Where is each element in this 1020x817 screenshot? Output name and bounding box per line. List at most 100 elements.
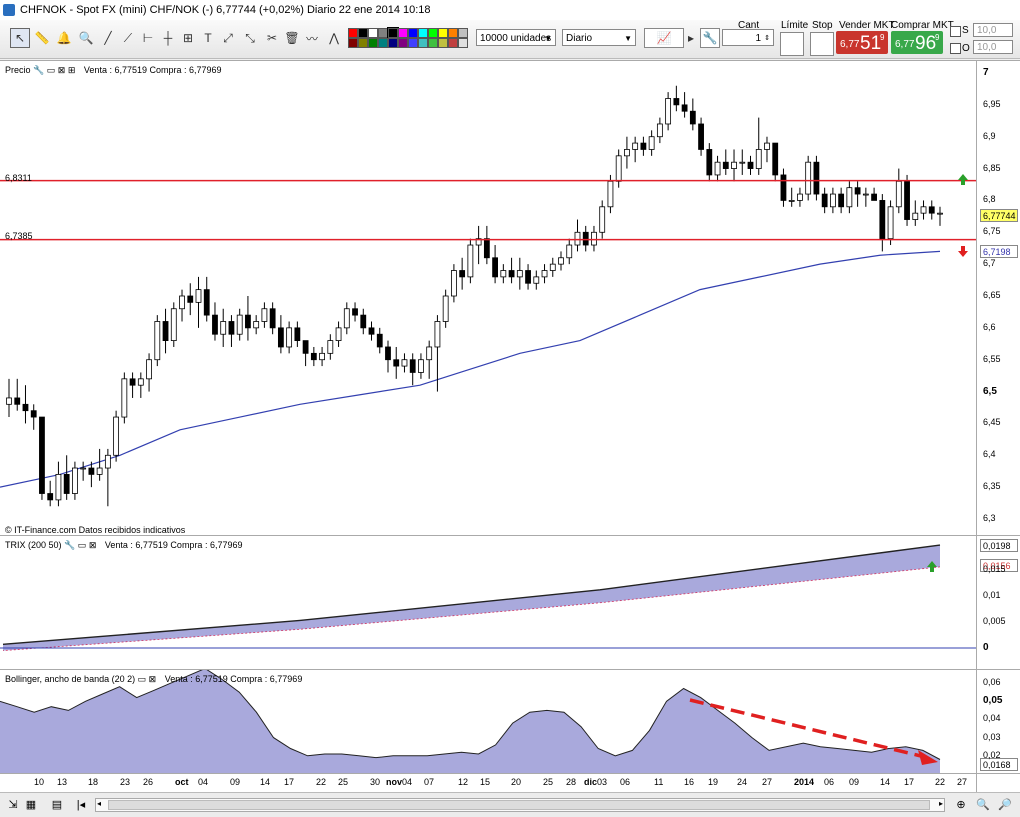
ray-line-icon[interactable]: ⟋ bbox=[118, 28, 138, 48]
color-swatch[interactable] bbox=[348, 28, 358, 38]
color-swatch[interactable] bbox=[358, 38, 368, 48]
moving-average-badge: 6,7198 bbox=[980, 245, 1018, 258]
candle-body bbox=[516, 270, 523, 278]
window-icon[interactable]: ▭ bbox=[78, 540, 87, 550]
indicator-chart-icon[interactable]: 📈 bbox=[644, 28, 684, 48]
candle-body bbox=[113, 416, 120, 456]
color-swatch[interactable] bbox=[458, 38, 468, 48]
period-select[interactable]: Diario ▼ bbox=[562, 29, 636, 46]
text-tool-icon[interactable]: T bbox=[198, 28, 218, 48]
horizontal-line-icon[interactable]: ⊢ bbox=[138, 28, 158, 48]
arrow-tool-icon[interactable]: ⤡ bbox=[240, 28, 260, 48]
buy-market-button[interactable]: 6,77 96 9 bbox=[891, 31, 943, 54]
candle-body bbox=[203, 289, 210, 316]
wrench-icon[interactable]: 🔧 bbox=[33, 65, 44, 75]
scroll-left-arrow[interactable]: ◂ bbox=[97, 799, 101, 808]
s-input[interactable]: 10,0 bbox=[973, 23, 1013, 37]
wrench-icon[interactable]: 🔧 bbox=[64, 540, 75, 550]
sell-market-button[interactable]: 6,77 51 9 bbox=[836, 31, 888, 54]
color-swatch[interactable] bbox=[428, 28, 438, 38]
candle-body bbox=[253, 321, 260, 329]
chart-type-icon[interactable]: ▦ bbox=[24, 797, 38, 811]
s-checkbox[interactable] bbox=[950, 26, 961, 37]
color-swatch[interactable] bbox=[378, 38, 388, 48]
zoom-in-icon[interactable]: 🔎 bbox=[998, 797, 1012, 811]
tools-icon[interactable]: ✂ bbox=[262, 28, 282, 48]
alert-bell-icon[interactable]: 🔔 bbox=[54, 28, 74, 48]
o-input[interactable]: 10,0 bbox=[973, 40, 1013, 54]
candle-body bbox=[755, 149, 762, 169]
pattern-icon[interactable]: 〰 bbox=[302, 28, 322, 48]
ruler-tool-icon[interactable]: 📏 bbox=[32, 28, 52, 48]
stop-order-button[interactable] bbox=[810, 32, 834, 56]
fibonacci-icon[interactable]: ⊞ bbox=[178, 28, 198, 48]
channel-icon[interactable]: ⤢ bbox=[218, 28, 238, 48]
color-swatch[interactable] bbox=[428, 38, 438, 48]
vertical-line-icon[interactable]: ┼ bbox=[158, 28, 178, 48]
color-swatch[interactable] bbox=[448, 28, 458, 38]
window-icon[interactable]: ▭ bbox=[138, 674, 147, 684]
o-label: O bbox=[962, 43, 970, 54]
scroll-left-icon[interactable]: |◂ bbox=[74, 797, 88, 811]
close-icon[interactable]: ⊠ bbox=[58, 65, 66, 75]
candle-body bbox=[228, 321, 235, 335]
candle-body bbox=[681, 104, 688, 112]
x-axis-tick: 25 bbox=[338, 777, 349, 787]
candle-body bbox=[96, 467, 103, 475]
color-swatch[interactable] bbox=[388, 38, 398, 48]
chevron-down-icon: ▼ bbox=[544, 34, 552, 43]
price-y-tick: 6,45 bbox=[983, 417, 1001, 428]
color-swatch[interactable] bbox=[418, 38, 428, 48]
color-swatch[interactable] bbox=[458, 28, 468, 38]
scrollbar-thumb[interactable] bbox=[108, 800, 930, 810]
candle-body bbox=[376, 333, 383, 348]
color-swatch[interactable] bbox=[408, 28, 418, 38]
trendline-icon[interactable]: ╱ bbox=[98, 28, 118, 48]
color-swatch[interactable] bbox=[438, 28, 448, 38]
export-icon[interactable]: ⇲ bbox=[6, 797, 20, 811]
stepper-icon[interactable]: ⇕ bbox=[764, 30, 770, 47]
o-checkbox[interactable] bbox=[950, 43, 961, 54]
chevron-down-icon: ▼ bbox=[624, 34, 632, 43]
trix-panel-label: TRIX (200 50) bbox=[5, 540, 62, 550]
window-icon[interactable]: ▭ bbox=[47, 65, 56, 75]
close-icon[interactable]: ⊠ bbox=[89, 540, 97, 550]
color-swatch[interactable] bbox=[368, 28, 378, 38]
settings-wrench-icon[interactable]: 🔧 bbox=[700, 28, 720, 48]
color-swatch[interactable] bbox=[368, 38, 378, 48]
color-swatch[interactable] bbox=[438, 38, 448, 48]
color-swatch[interactable] bbox=[418, 28, 428, 38]
scroll-right-arrow[interactable]: ▸ bbox=[939, 799, 943, 808]
support-line-label: 6,7385 bbox=[5, 231, 33, 241]
pointer-tool-icon[interactable]: ↖ bbox=[10, 28, 30, 48]
color-swatch[interactable] bbox=[378, 28, 388, 38]
candle-body bbox=[170, 308, 177, 342]
close-icon[interactable]: ⊠ bbox=[149, 674, 157, 684]
units-select[interactable]: 10000 unidades ▼ bbox=[476, 29, 556, 46]
color-swatch[interactable] bbox=[408, 38, 418, 48]
quantity-input[interactable]: 1 ⇕ bbox=[722, 29, 774, 46]
candle-body bbox=[121, 378, 128, 418]
zoom-fit-icon[interactable]: ⊕ bbox=[954, 797, 968, 811]
zoom-out-icon[interactable]: 🔍 bbox=[976, 797, 990, 811]
candle-body bbox=[764, 142, 770, 150]
color-swatch[interactable] bbox=[387, 27, 399, 39]
delete-icon[interactable]: 🗑 bbox=[282, 28, 302, 48]
add-icon[interactable]: ⊞ bbox=[68, 65, 76, 75]
expand-arrow-icon[interactable]: ▸ bbox=[686, 28, 696, 48]
candle-body bbox=[335, 327, 342, 342]
layout-icon[interactable]: ▤ bbox=[50, 797, 64, 811]
candle-body bbox=[236, 314, 243, 335]
horizontal-scrollbar[interactable]: ◂ ▸ bbox=[95, 798, 945, 812]
limit-order-button[interactable] bbox=[780, 32, 804, 56]
color-swatch[interactable] bbox=[358, 28, 368, 38]
price-y-tick: 7 bbox=[983, 67, 989, 78]
zoom-icon[interactable]: 🔍 bbox=[76, 28, 96, 48]
color-swatch[interactable] bbox=[448, 38, 458, 48]
color-swatch[interactable] bbox=[348, 38, 358, 48]
price-y-tick: 6,35 bbox=[983, 481, 1001, 492]
color-swatch[interactable] bbox=[398, 28, 408, 38]
x-axis-tick: dic bbox=[584, 777, 598, 787]
color-swatch[interactable] bbox=[398, 38, 408, 48]
wave-icon[interactable]: ⋀ bbox=[324, 28, 344, 48]
